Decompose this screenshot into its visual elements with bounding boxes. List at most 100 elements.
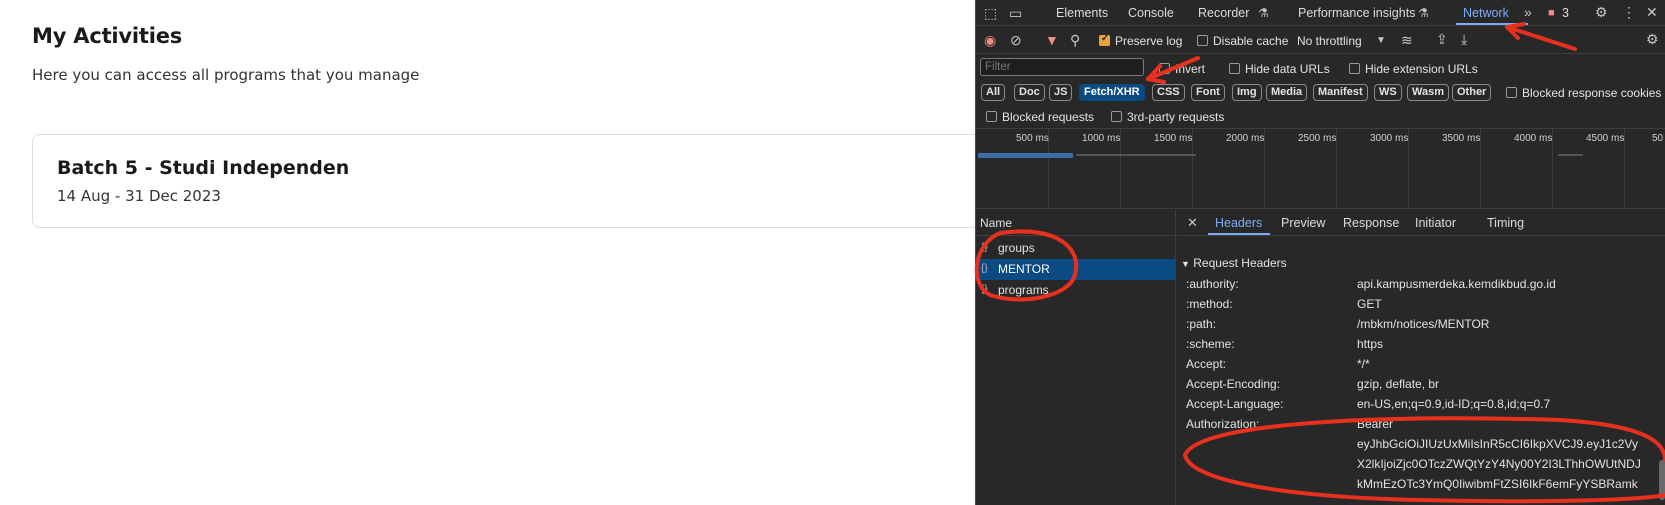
type-filter-font[interactable]: Font — [1191, 84, 1225, 101]
tab-performance-insights[interactable]: Performance insights — [1298, 6, 1415, 20]
hide-extension-urls-checkbox[interactable] — [1349, 63, 1360, 74]
hide-extension-urls-label: Hide extension URLs — [1365, 62, 1478, 76]
tab-timing[interactable]: Timing — [1487, 216, 1524, 230]
header-value: Bearer — [1357, 417, 1394, 431]
header-key: :scheme: — [1186, 337, 1235, 351]
program-card[interactable]: Batch 5 - Studi Independen 14 Aug - 31 D… — [32, 134, 992, 228]
program-card-dates: 14 Aug - 31 Dec 2023 — [57, 187, 221, 205]
type-filter-other[interactable]: Other — [1452, 84, 1492, 101]
request-bar-programs — [1558, 154, 1583, 156]
network-overview-timeline[interactable]: 500 ms 1000 ms 1500 ms 2000 ms 2500 ms 3… — [976, 129, 1665, 209]
type-filter-wasm[interactable]: Wasm — [1407, 84, 1449, 101]
blocked-response-cookies-label: Blocked response cookies — [1522, 86, 1662, 100]
request-row-groups[interactable]: {} groups — [976, 238, 1176, 259]
disable-cache-checkbox[interactable] — [1197, 35, 1208, 46]
hide-data-urls-checkbox[interactable] — [1229, 63, 1240, 74]
timeline-tick-label: 50 — [1652, 133, 1664, 144]
request-name: MENTOR — [998, 262, 1050, 276]
xhr-icon: {} — [981, 284, 988, 295]
inspect-element-icon[interactable]: ⬚ — [984, 6, 997, 20]
header-value: https — [1357, 337, 1384, 351]
header-value: en-US,en;q=0.9,id-ID;q=0.8,id;q=0.7 — [1357, 397, 1551, 411]
invert-label: Invert — [1175, 62, 1206, 76]
section-title: Request Headers — [1193, 256, 1287, 270]
network-toolbar: ◉ ⊘ ▼ ⚲ Preserve log Disable cache No th… — [976, 27, 1665, 54]
filter-input[interactable] — [980, 58, 1144, 76]
type-filter-doc[interactable]: Doc — [1014, 84, 1045, 101]
name-column-header[interactable]: Name — [976, 210, 1176, 236]
active-tab-indicator — [1456, 23, 1528, 25]
active-detail-tab-indicator — [1208, 233, 1270, 235]
third-party-requests-checkbox[interactable] — [1111, 111, 1122, 122]
network-conditions-icon[interactable]: ≋ — [1401, 33, 1413, 47]
xhr-icon: {} — [981, 263, 988, 274]
preserve-log-label: Preserve log — [1115, 34, 1183, 48]
resource-type-filters: All Doc JS Fetch/XHR CSS Font Img Media … — [976, 81, 1665, 105]
close-detail-icon[interactable]: ✕ — [1187, 216, 1198, 230]
detail-tabs: ✕ Headers Preview Response Initiator Tim… — [1177, 210, 1665, 236]
header-value: gzip, deflate, br — [1357, 377, 1440, 391]
program-card-title: Batch 5 - Studi Independen — [57, 157, 350, 179]
header-value: api.kampusmerdeka.kemdikbud.go.id — [1357, 277, 1556, 291]
requests-split-view: Name {} groups {} MENTOR {} programs ✕ H… — [976, 210, 1665, 505]
blocked-requests-checkbox[interactable] — [986, 111, 997, 122]
issues-icon[interactable]: ■ — [1548, 6, 1555, 20]
export-har-icon[interactable]: ⤓ — [1461, 32, 1467, 46]
invert-checkbox[interactable] — [1159, 63, 1170, 74]
requests-name-column: Name {} groups {} MENTOR {} programs — [976, 210, 1176, 505]
request-row-mentor[interactable]: {} MENTOR — [976, 259, 1176, 280]
close-devtools-icon[interactable]: ✕ — [1646, 5, 1658, 19]
settings-gear-icon[interactable]: ⚙ — [1595, 5, 1608, 19]
search-icon[interactable]: ⚲ — [1070, 33, 1080, 47]
timeline-tick-label: 1000 ms — [1082, 133, 1121, 144]
timeline-tick-label: 4500 ms — [1586, 133, 1625, 144]
header-key: Accept-Language: — [1186, 397, 1284, 411]
hide-data-urls-label: Hide data URLs — [1245, 62, 1330, 76]
auth-token-line: X2lkIjoiZjc0OTczZWQtYzY4Ny00Y2I3LThhOWUt… — [1357, 457, 1641, 471]
preserve-log-checkbox[interactable] — [1099, 33, 1110, 46]
throttling-select[interactable]: No throttling — [1297, 34, 1362, 48]
tab-preview[interactable]: Preview — [1281, 216, 1325, 230]
detail-scrollbar[interactable] — [1659, 460, 1665, 500]
timeline-tick-label: 3000 ms — [1370, 133, 1409, 144]
disable-cache-label: Disable cache — [1213, 34, 1289, 48]
xhr-icon: {} — [981, 242, 988, 253]
import-har-icon[interactable]: ⇪ — [1436, 32, 1448, 46]
tab-headers[interactable]: Headers — [1215, 216, 1262, 230]
chevron-down-icon[interactable]: ▼ — [1376, 34, 1386, 48]
type-filter-manifest[interactable]: Manifest — [1313, 84, 1368, 101]
filter-row: Invert Hide data URLs Hide extension URL… — [976, 55, 1665, 81]
type-filter-media[interactable]: Media — [1266, 84, 1308, 101]
tab-initiator[interactable]: Initiator — [1415, 216, 1456, 230]
type-filter-img[interactable]: Img — [1232, 84, 1262, 101]
tab-elements[interactable]: Elements — [1056, 6, 1108, 20]
type-filter-all[interactable]: All — [981, 84, 1006, 101]
tab-network[interactable]: Network — [1463, 6, 1509, 20]
request-row-programs[interactable]: {} programs — [976, 280, 1176, 301]
auth-token-line: eyJhbGciOiJIUzUxMiIsInR5cCI6IkpXVCJ9.eyJ… — [1357, 437, 1638, 451]
tab-recorder[interactable]: Recorder — [1198, 6, 1249, 20]
tab-console[interactable]: Console — [1128, 6, 1174, 20]
header-key: :authority: — [1186, 277, 1239, 291]
more-tabs-icon[interactable]: » — [1524, 5, 1532, 19]
type-filter-js[interactable]: JS — [1049, 84, 1073, 101]
type-filter-ws[interactable]: WS — [1374, 84, 1402, 101]
request-headers-section[interactable]: ▼ Request Headers — [1181, 256, 1287, 270]
timeline-tick-label: 2000 ms — [1226, 133, 1265, 144]
request-name: groups — [998, 241, 1035, 255]
type-filter-fetch-xhr[interactable]: Fetch/XHR — [1079, 84, 1145, 101]
network-settings-gear-icon[interactable]: ⚙ — [1646, 32, 1659, 46]
issues-count[interactable]: 3 — [1562, 6, 1569, 20]
page-title: My Activities — [32, 24, 183, 48]
record-stop-icon[interactable]: ◉ — [984, 33, 996, 47]
page-subtitle: Here you can access all programs that yo… — [32, 66, 420, 84]
filter-funnel-icon[interactable]: ▼ — [1045, 33, 1059, 47]
blocked-response-cookies-checkbox[interactable] — [1506, 87, 1517, 98]
triangle-down-icon: ▼ — [1181, 259, 1190, 269]
type-filter-css[interactable]: CSS — [1152, 84, 1185, 101]
more-options-icon[interactable]: ⋮ — [1622, 5, 1636, 19]
clear-log-icon[interactable]: ⊘ — [1010, 33, 1022, 47]
tab-response[interactable]: Response — [1343, 216, 1399, 230]
device-toolbar-icon[interactable]: ▭ — [1009, 6, 1022, 20]
devtools-tabbar: ⬚ ▭ Elements Console Recorder ⚗ Performa… — [976, 0, 1665, 26]
